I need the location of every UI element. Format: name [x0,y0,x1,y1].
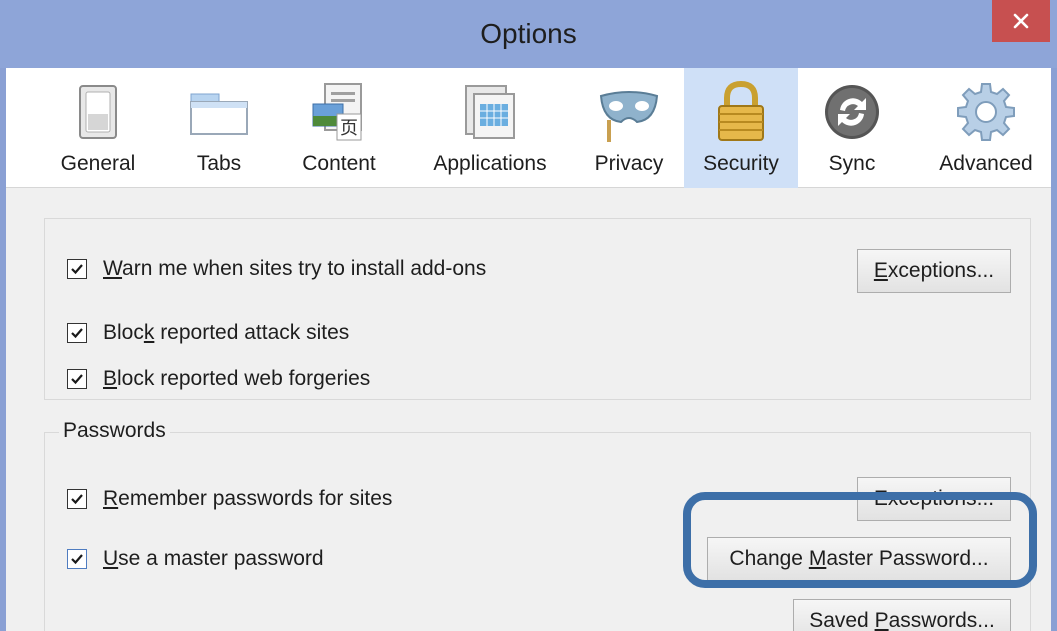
close-icon [1013,13,1029,29]
tabs-icon [190,93,248,135]
checkmark-icon [71,374,83,385]
warn-addons-row[interactable]: Warn me when sites try to install add-on… [67,249,486,289]
block-forgeries-label: Block reported web forgeries [103,367,371,390]
warn-addons-label: Warn me when sites try to install add-on… [103,257,487,280]
title-bar[interactable]: Options [0,0,1057,68]
content-icon: 页 [312,83,362,141]
svg-text:页: 页 [340,118,358,139]
tab-label: General [60,152,136,175]
block-attack-row[interactable]: Block reported attack sites [67,313,349,353]
tab-advanced[interactable]: Advanced [924,68,1048,188]
tab-tabs[interactable]: Tabs [176,68,262,188]
tab-label: Advanced [939,152,1033,175]
tab-content[interactable]: 页 Content [290,68,388,188]
master-password-checkbox[interactable] [67,549,87,569]
close-button[interactable] [992,0,1050,42]
checkmark-icon [71,494,83,505]
block-attack-checkbox[interactable] [67,323,87,343]
tab-security[interactable]: Security [684,68,798,188]
change-master-password-highlight [683,492,1037,588]
tab-label: Tabs [196,152,242,175]
master-password-row[interactable]: Use a master password [67,539,324,579]
tab-label: Privacy [594,152,664,175]
saved-passwords-button[interactable]: Saved Passwords... [793,599,1011,631]
gear-icon [957,83,1015,141]
addon-security-group: Warn me when sites try to install add-on… [44,218,1031,400]
padlock-icon [718,80,764,141]
tab-label: Sync [828,152,876,175]
tab-label: Applications [433,152,547,175]
tab-label: Security [703,152,779,175]
category-toolbar: General Tabs 页 Content Applications Priv… [6,68,1051,188]
checkmark-icon [71,328,83,339]
tab-general[interactable]: General [48,68,148,188]
tab-sync[interactable]: Sync [814,68,890,188]
remember-passwords-checkbox[interactable] [67,489,87,509]
master-password-label: Use a master password [103,547,324,570]
options-window: Options General Tabs 页 Content Applicati… [0,0,1057,631]
remember-passwords-label: Remember passwords for sites [103,487,393,510]
window-title: Options [480,18,577,49]
warn-addons-checkbox[interactable] [67,259,87,279]
switch-icon [79,85,117,139]
passwords-legend: Passwords [59,419,170,443]
tab-applications[interactable]: Applications [416,68,564,188]
applications-icon [465,85,515,139]
mask-icon [599,91,659,142]
remember-passwords-row[interactable]: Remember passwords for sites [67,479,392,519]
tab-label: Content [302,152,376,175]
addon-exceptions-button[interactable]: Exceptions... [857,249,1011,293]
block-forgeries-checkbox[interactable] [67,369,87,389]
sync-icon [825,85,879,139]
checkmark-icon [71,554,83,565]
checkmark-icon [71,264,83,275]
block-forgeries-row[interactable]: Block reported web forgeries [67,359,370,399]
block-attack-label: Block reported attack sites [103,321,350,344]
tab-privacy[interactable]: Privacy [582,68,676,188]
